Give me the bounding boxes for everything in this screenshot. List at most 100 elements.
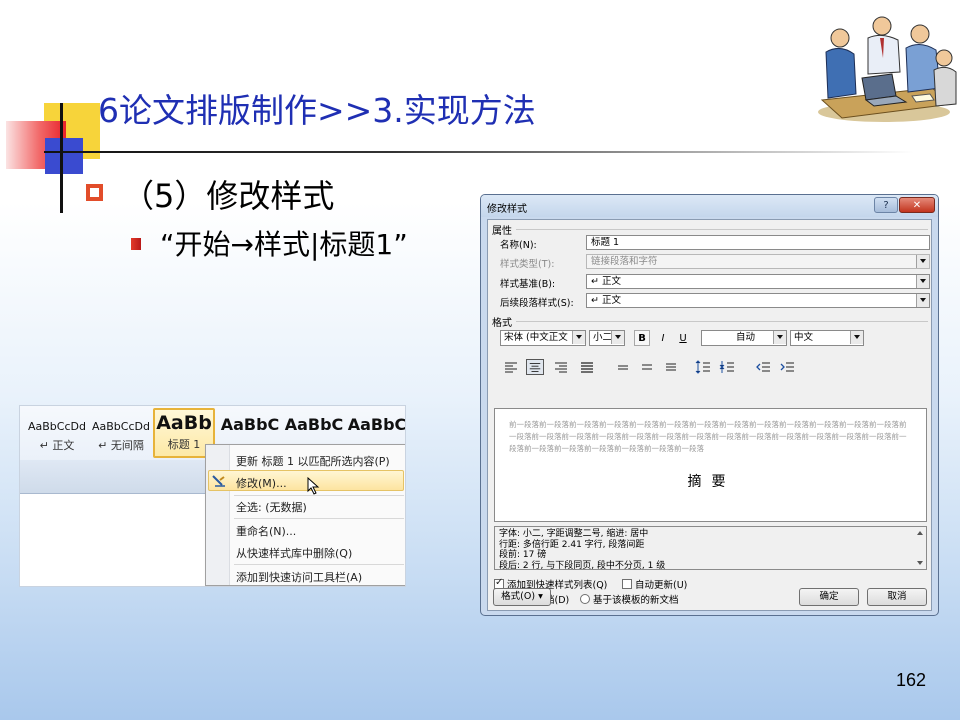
style-sample-text: AaBbC — [220, 415, 280, 434]
dialog-title: 修改样式 — [487, 204, 527, 215]
style-preview-pane: 前一段落前一段落前一段落前一段落前一段落前一段落前一段落前一段落前一段落前一段落… — [494, 408, 927, 522]
description-line: 段后: 2 行, 与下段同页, 段中不分页, 1 级 — [499, 560, 666, 570]
chevron-down-icon — [572, 331, 585, 344]
preview-heading-text: 摘要 — [687, 474, 736, 490]
section-divider — [516, 321, 928, 322]
language-dropdown[interactable]: 中文 — [790, 330, 864, 346]
font-size-dropdown[interactable]: 小二 — [589, 330, 625, 346]
align-justify-icon[interactable] — [578, 359, 596, 375]
chevron-down-icon — [773, 331, 786, 344]
style-sample-text: AaBb — [156, 412, 212, 434]
double-spacing-icon[interactable] — [662, 359, 680, 375]
people-computer-clipart-icon — [812, 8, 958, 126]
new-documents-template-label: 基于该模板的新文档 — [593, 595, 679, 606]
bullet-level1-text: （5）修改样式 — [122, 177, 335, 215]
language-value: 中文 — [794, 332, 814, 343]
dialog-body: 属性 名称(N): 标题 1 样式类型(T): 链接段落和字符 样式基准(B):… — [487, 219, 932, 611]
bullet-square-icon — [86, 184, 103, 201]
font-color-value: 自动 — [735, 332, 755, 343]
dialog-titlebar: 修改样式 ? ✕ — [481, 195, 938, 217]
style-sample-text: AaBbCcDd — [28, 420, 86, 433]
style-description-box: 字体: 小二, 字距调整二号, 缩进: 居中 行距: 多倍行距 2.41 字行,… — [494, 526, 927, 570]
style-based-on-label: 样式基准(B): — [500, 279, 556, 290]
style-type-label: 样式类型(T): — [500, 259, 555, 270]
font-name-dropdown[interactable]: 宋体 (中文正文 — [500, 330, 586, 346]
menu-item-modify[interactable]: 修改(M)... — [236, 475, 287, 491]
help-button[interactable]: ? — [874, 197, 898, 213]
next-paragraph-style-value: ↵ 正文 — [591, 295, 621, 306]
bold-button[interactable]: B — [634, 330, 650, 346]
chevron-down-icon — [916, 275, 929, 288]
style-name: ↵ 正文 — [39, 439, 75, 452]
menu-separator — [234, 518, 404, 519]
style-based-on-dropdown[interactable]: ↵ 正文 — [586, 274, 930, 289]
one-half-spacing-icon[interactable] — [638, 359, 656, 375]
font-size-value: 小二 — [593, 332, 613, 343]
style-sample-text: AaBbCcDd — [92, 420, 150, 433]
new-documents-template-radio[interactable]: 基于该模板的新文档 — [580, 592, 679, 606]
align-center-icon[interactable] — [526, 359, 544, 375]
chevron-down-icon — [916, 255, 929, 268]
increase-indent-icon[interactable] — [778, 359, 796, 375]
section-properties-label: 属性 — [492, 226, 512, 237]
menu-separator — [234, 495, 404, 496]
preview-previous-paragraph-text: 前一段落前一段落前一段落前一段落前一段落前一段落前一段落前一段落前一段落前一段落… — [509, 420, 907, 453]
modify-pencil-icon — [212, 475, 225, 487]
menu-item-add-to-quick-access[interactable]: 添加到快速访问工具栏(A) — [236, 569, 362, 585]
single-spacing-icon[interactable] — [614, 359, 632, 375]
auto-update-label: 自动更新(U) — [635, 580, 688, 591]
quick-style-no-spacing[interactable]: AaBbCcDd ↵ 无间隔 — [90, 410, 152, 458]
font-name-value: 宋体 (中文正文 — [504, 332, 568, 343]
menu-item-remove-from-gallery[interactable]: 从快速样式库中删除(Q) — [236, 545, 352, 561]
style-sample-text: AaBbC — [284, 415, 344, 434]
section-divider — [516, 229, 928, 230]
chevron-down-icon — [916, 294, 929, 307]
ribbon-styles-screenshot: AaBbCcDd ↵ 正文 AaBbCcDd ↵ 无间隔 AaBb 标题 1 A… — [19, 405, 406, 587]
align-left-icon[interactable] — [502, 359, 520, 375]
style-based-on-value: ↵ 正文 — [591, 276, 621, 287]
decor-vertical-line — [60, 103, 63, 213]
cancel-button[interactable]: 取消 — [867, 588, 927, 606]
checkbox-unchecked-icon — [622, 579, 632, 589]
description-line: 段前: 17 磅 — [499, 550, 547, 560]
section-format-label: 格式 — [492, 318, 512, 329]
menu-item-select-all[interactable]: 全选: (无数据) — [236, 499, 307, 515]
ok-button[interactable]: 确定 — [799, 588, 859, 606]
format-menu-button[interactable]: 格式(O) ▾ — [493, 588, 551, 606]
align-right-icon[interactable] — [552, 359, 570, 375]
menu-item-update-to-match[interactable]: 更新 标题 1 以匹配所选内容(P) — [236, 453, 390, 469]
style-name: ↵ 无间隔 — [98, 439, 144, 452]
description-scrollbar[interactable] — [916, 529, 924, 567]
decrease-paragraph-spacing-icon[interactable] — [718, 359, 736, 375]
menu-item-rename[interactable]: 重命名(N)... — [236, 523, 296, 539]
radio-unselected-icon — [580, 594, 590, 604]
title-underline — [44, 151, 914, 153]
italic-button[interactable]: I — [655, 330, 671, 346]
menu-icon-gutter — [206, 445, 230, 585]
auto-update-checkbox[interactable]: 自动更新(U) — [622, 577, 687, 591]
mouse-cursor-icon — [307, 477, 320, 495]
name-field[interactable]: 标题 1 — [586, 235, 930, 250]
next-paragraph-style-label: 后续段落样式(S): — [500, 298, 574, 309]
quick-style-normal[interactable]: AaBbCcDd ↵ 正文 — [26, 410, 88, 458]
description-line: 字体: 小二, 字距调整二号, 缩进: 居中 — [499, 529, 649, 539]
underline-button[interactable]: U — [675, 330, 691, 346]
style-type-value: 链接段落和字符 — [591, 256, 658, 267]
page-number: 162 — [896, 670, 927, 690]
font-color-dropdown[interactable]: 自动 — [701, 330, 787, 346]
slide-title: 6论文排版制作>>3.实现方法 — [98, 91, 536, 130]
menu-separator — [234, 564, 404, 565]
bullet-small-square-icon — [131, 238, 141, 250]
increase-paragraph-spacing-icon[interactable] — [694, 359, 712, 375]
decrease-indent-icon[interactable] — [754, 359, 772, 375]
style-context-menu: 更新 标题 1 以匹配所选内容(P) 修改(M)... 全选: (无数据) 重命… — [205, 444, 405, 586]
close-button[interactable]: ✕ — [899, 197, 935, 213]
modify-style-dialog: 修改样式 ? ✕ 属性 名称(N): 标题 1 样式类型(T): 链接段落和字符… — [480, 194, 939, 616]
description-line: 行距: 多倍行距 2.41 字行, 段落间距 — [499, 539, 645, 550]
chevron-down-icon — [850, 331, 863, 344]
style-type-dropdown[interactable]: 链接段落和字符 — [586, 254, 930, 269]
bullet-level2-text: “开始→样式|标题1” — [160, 228, 408, 261]
chevron-down-icon — [611, 331, 624, 344]
name-label: 名称(N): — [500, 240, 537, 251]
next-paragraph-style-dropdown[interactable]: ↵ 正文 — [586, 293, 930, 308]
